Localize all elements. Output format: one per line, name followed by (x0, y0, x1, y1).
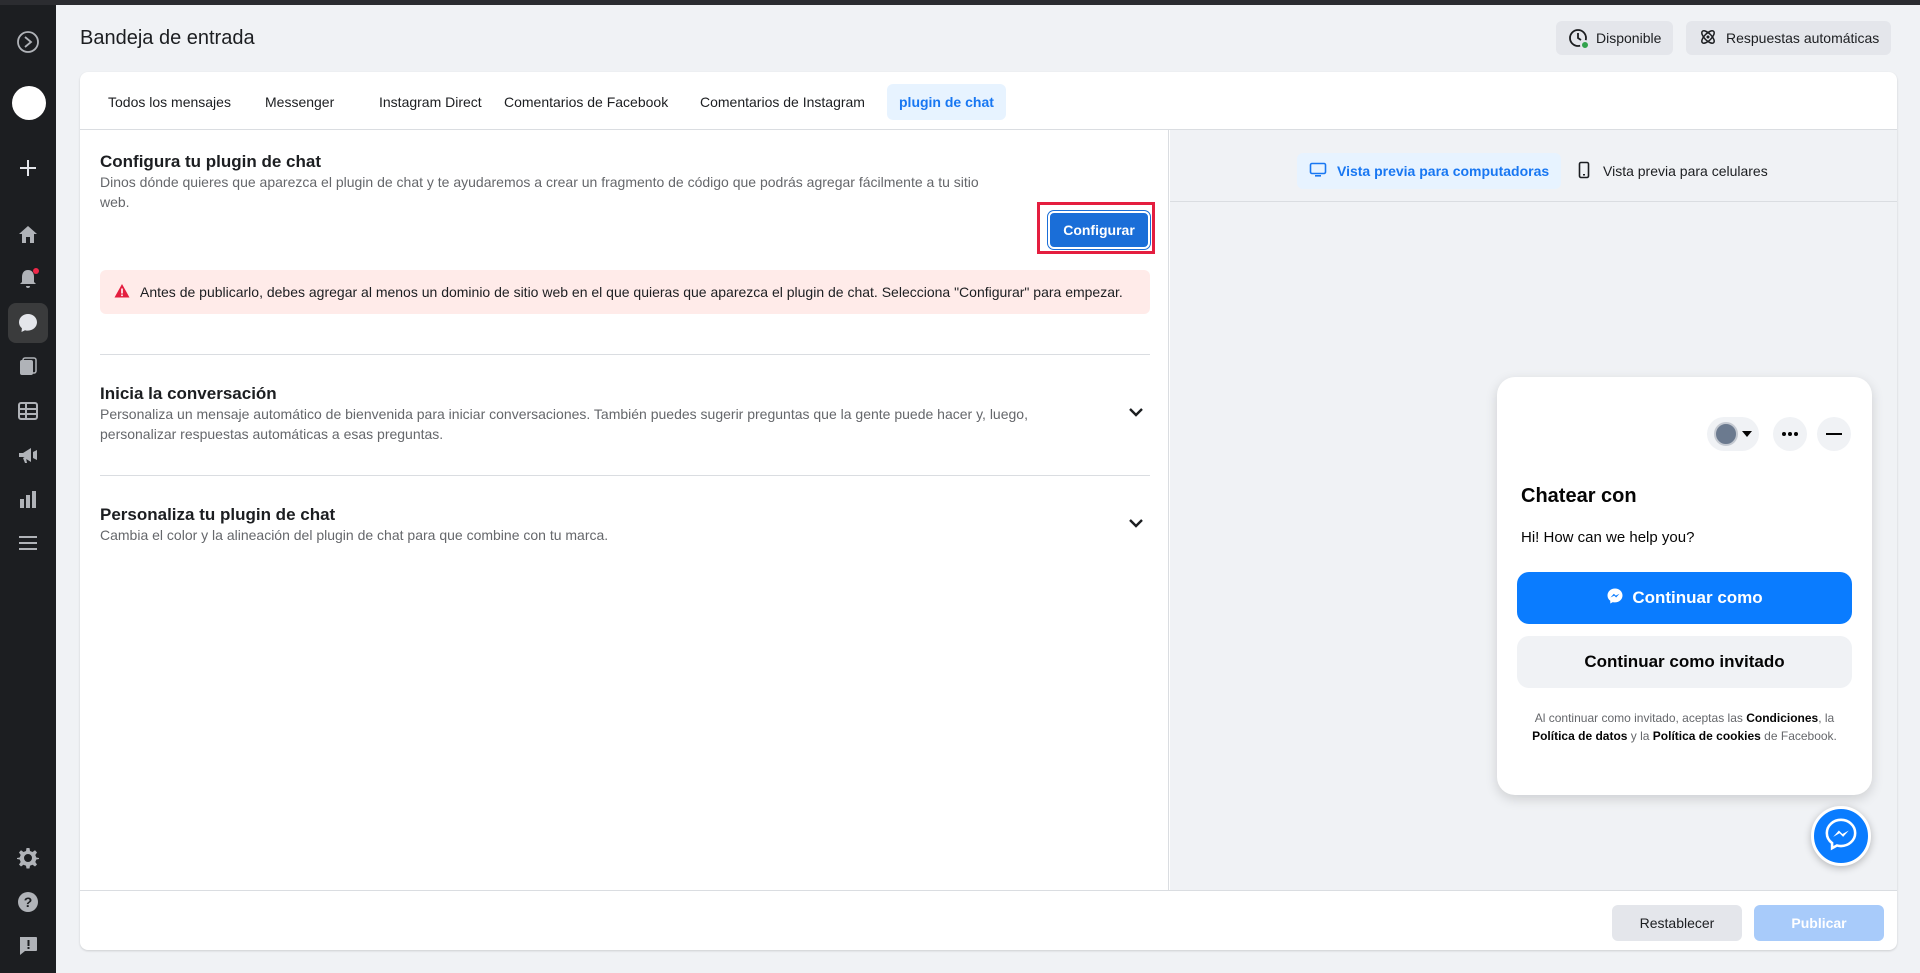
divider (100, 475, 1150, 476)
warning-text: Antes de publicarlo, debes agregar al me… (140, 284, 1123, 300)
status-button[interactable]: Disponible (1556, 21, 1674, 55)
legal-text: , la (1818, 711, 1835, 725)
desktop-preview-label: Vista previa para computadoras (1337, 163, 1550, 179)
minimize-icon[interactable] (1817, 417, 1851, 451)
chevron-down-icon[interactable] (1124, 511, 1148, 535)
legal-text: Al continuar como invitado, aceptas las (1534, 711, 1747, 725)
settings-pane: Configura tu plugin de chat Dinos dónde … (80, 130, 1169, 890)
page-avatar (1714, 422, 1738, 446)
continue-as-label: Continuar como (1632, 588, 1763, 607)
reset-button[interactable]: Restablecer (1612, 905, 1742, 941)
config-section-description: Dinos dónde quieres que aparezca el plug… (100, 174, 979, 210)
widget-title: Chatear con (1521, 485, 1637, 507)
caret-down-icon (1742, 431, 1752, 437)
messenger-chat-button[interactable] (1811, 806, 1871, 866)
svg-text:?: ? (24, 894, 33, 910)
legal-text: de Facebook. (1760, 729, 1837, 743)
meta-logo-icon[interactable] (8, 22, 48, 62)
tab-messenger[interactable]: Messenger (253, 84, 346, 120)
continue-as-button[interactable]: Continuar como (1517, 572, 1852, 624)
tab-chat-plugin[interactable]: plugin de chat (887, 84, 1006, 120)
legal-text: y la (1627, 729, 1653, 743)
legal-notice: Al continuar como invitado, aceptas las … (1517, 709, 1852, 745)
bell-icon[interactable] (8, 259, 48, 299)
customize-section-title: Personaliza tu plugin de chat (100, 505, 336, 524)
data-policy-link[interactable]: Política de datos (1532, 729, 1627, 743)
footer-bar: Restablecer Publicar (80, 890, 1897, 950)
desktop-preview-tab[interactable]: Vista previa para computadoras (1297, 153, 1562, 189)
left-sidebar: ? (0, 5, 56, 973)
avatar[interactable] (12, 86, 46, 120)
terms-link[interactable]: Condiciones (1746, 711, 1818, 725)
warning-banner: Antes de publicarlo, debes agregar al me… (100, 270, 1150, 314)
mobile-preview-label: Vista previa para celulares (1603, 163, 1768, 179)
monitor-icon (1309, 161, 1327, 182)
divider (100, 354, 1150, 355)
continue-as-guest-button[interactable]: Continuar como invitado (1517, 636, 1852, 688)
atom-icon (1698, 27, 1718, 50)
report-icon[interactable] (8, 926, 48, 966)
notification-dot (33, 268, 39, 274)
online-status-dot (1580, 40, 1590, 50)
more-options-icon[interactable] (1773, 417, 1807, 451)
config-section-title: Configura tu plugin de chat (100, 152, 321, 171)
messenger-icon (1606, 587, 1624, 610)
menu-icon[interactable] (8, 523, 48, 563)
tab-all-messages[interactable]: Todos los mensajes (96, 84, 243, 120)
status-label: Disponible (1596, 30, 1662, 46)
auto-replies-button[interactable]: Respuestas automáticas (1686, 21, 1892, 55)
help-icon[interactable]: ? (8, 882, 48, 922)
warning-icon (114, 283, 130, 302)
cookie-policy-link[interactable]: Política de cookies (1653, 729, 1761, 743)
gear-icon[interactable] (8, 838, 48, 878)
home-icon[interactable] (8, 215, 48, 255)
phone-icon (1575, 161, 1593, 182)
table-icon[interactable] (8, 391, 48, 431)
chat-icon[interactable] (8, 303, 48, 343)
configure-button[interactable]: Configurar (1048, 211, 1150, 249)
plus-icon[interactable] (8, 148, 48, 188)
top-strip (0, 0, 1920, 5)
publish-button[interactable]: Publicar (1754, 905, 1884, 941)
pages-icon[interactable] (8, 347, 48, 387)
page-title: Bandeja de entrada (80, 27, 255, 49)
widget-greeting: Hi! How can we help you? (1521, 529, 1695, 546)
preview-tabs: Vista previa para computadoras Vista pre… (1170, 130, 1897, 202)
tab-facebook-comments[interactable]: Comentarios de Facebook (492, 84, 680, 120)
channel-tabs: Todos los mensajes Messenger Instagram D… (80, 72, 1897, 130)
megaphone-icon[interactable] (8, 435, 48, 475)
clock-icon (1568, 28, 1590, 50)
conversation-section-description: Personaliza un mensaje automático de bie… (100, 406, 1028, 442)
tab-instagram-comments[interactable]: Comentarios de Instagram (688, 84, 877, 120)
page-avatar-dropdown[interactable] (1707, 417, 1759, 451)
customize-section-description: Cambia el color y la alineación del plug… (100, 527, 609, 543)
auto-replies-label: Respuestas automáticas (1726, 30, 1880, 46)
conversation-section-title: Inicia la conversación (100, 384, 277, 403)
mobile-preview-tab[interactable]: Vista previa para celulares (1563, 153, 1780, 189)
bar-chart-icon[interactable] (8, 479, 48, 519)
tab-instagram-direct[interactable]: Instagram Direct (367, 84, 494, 120)
chevron-down-icon[interactable] (1124, 400, 1148, 424)
chat-widget-preview: Chatear con Hi! How can we help you? Con… (1497, 377, 1872, 795)
messenger-icon (1824, 817, 1858, 856)
